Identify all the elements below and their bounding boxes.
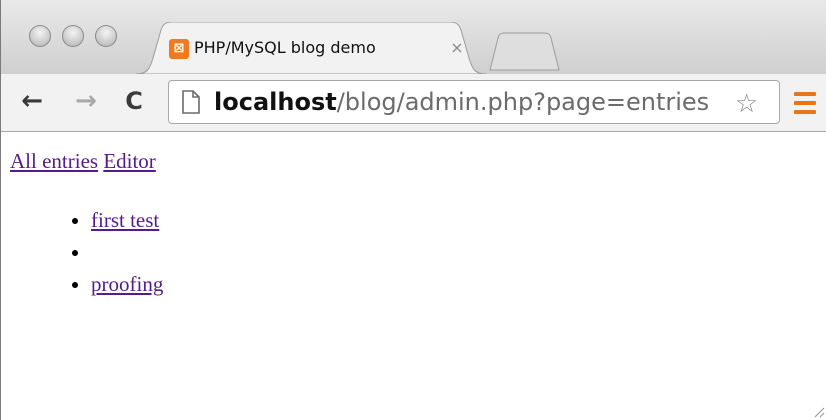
zoom-window-button[interactable] (95, 25, 117, 47)
admin-nav: All entries Editor (10, 149, 156, 174)
list-item: first test (91, 204, 163, 236)
new-tab-button[interactable] (484, 30, 564, 74)
back-arrow-icon[interactable]: ← (15, 84, 49, 118)
entry-link[interactable]: first test (91, 208, 159, 232)
minimize-window-button[interactable] (62, 25, 84, 47)
editor-link[interactable]: Editor (103, 149, 156, 173)
list-item: proofing (91, 268, 163, 300)
entry-link[interactable]: proofing (91, 272, 163, 296)
tab-strip: ⊠ PHP/MySQL blog demo × (1, 0, 826, 74)
list-item (91, 236, 163, 268)
tab-php-mysql-blog-demo[interactable]: ⊠ PHP/MySQL blog demo × (136, 22, 486, 74)
page-content: All entries Editor first test proofing (1, 132, 826, 420)
resize-grip-icon[interactable] (811, 404, 825, 418)
page-icon (182, 90, 200, 114)
entries-list: first test proofing (41, 204, 163, 300)
menu-icon[interactable] (794, 92, 816, 119)
url-host: localhost (214, 88, 337, 116)
tab-title: PHP/MySQL blog demo (194, 38, 376, 57)
browser-toolbar: ← → C localhost/blog/admin.php?page=entr… (1, 74, 826, 132)
close-window-button[interactable] (29, 25, 51, 47)
close-icon[interactable]: × (445, 36, 469, 60)
star-icon[interactable]: ☆ (735, 89, 758, 119)
address-bar[interactable]: localhost/blog/admin.php?page=entries ☆ (168, 80, 780, 124)
reload-icon[interactable]: C (117, 84, 151, 118)
browser-window: ⊠ PHP/MySQL blog demo × ← → C localhost/… (0, 0, 826, 420)
forward-arrow-icon[interactable]: → (69, 84, 103, 118)
all-entries-link[interactable]: All entries (10, 149, 98, 173)
url-path: /blog/admin.php?page=entries (336, 88, 710, 116)
favicon: ⊠ (169, 39, 189, 59)
url-text: localhost/blog/admin.php?page=entries (214, 88, 709, 116)
